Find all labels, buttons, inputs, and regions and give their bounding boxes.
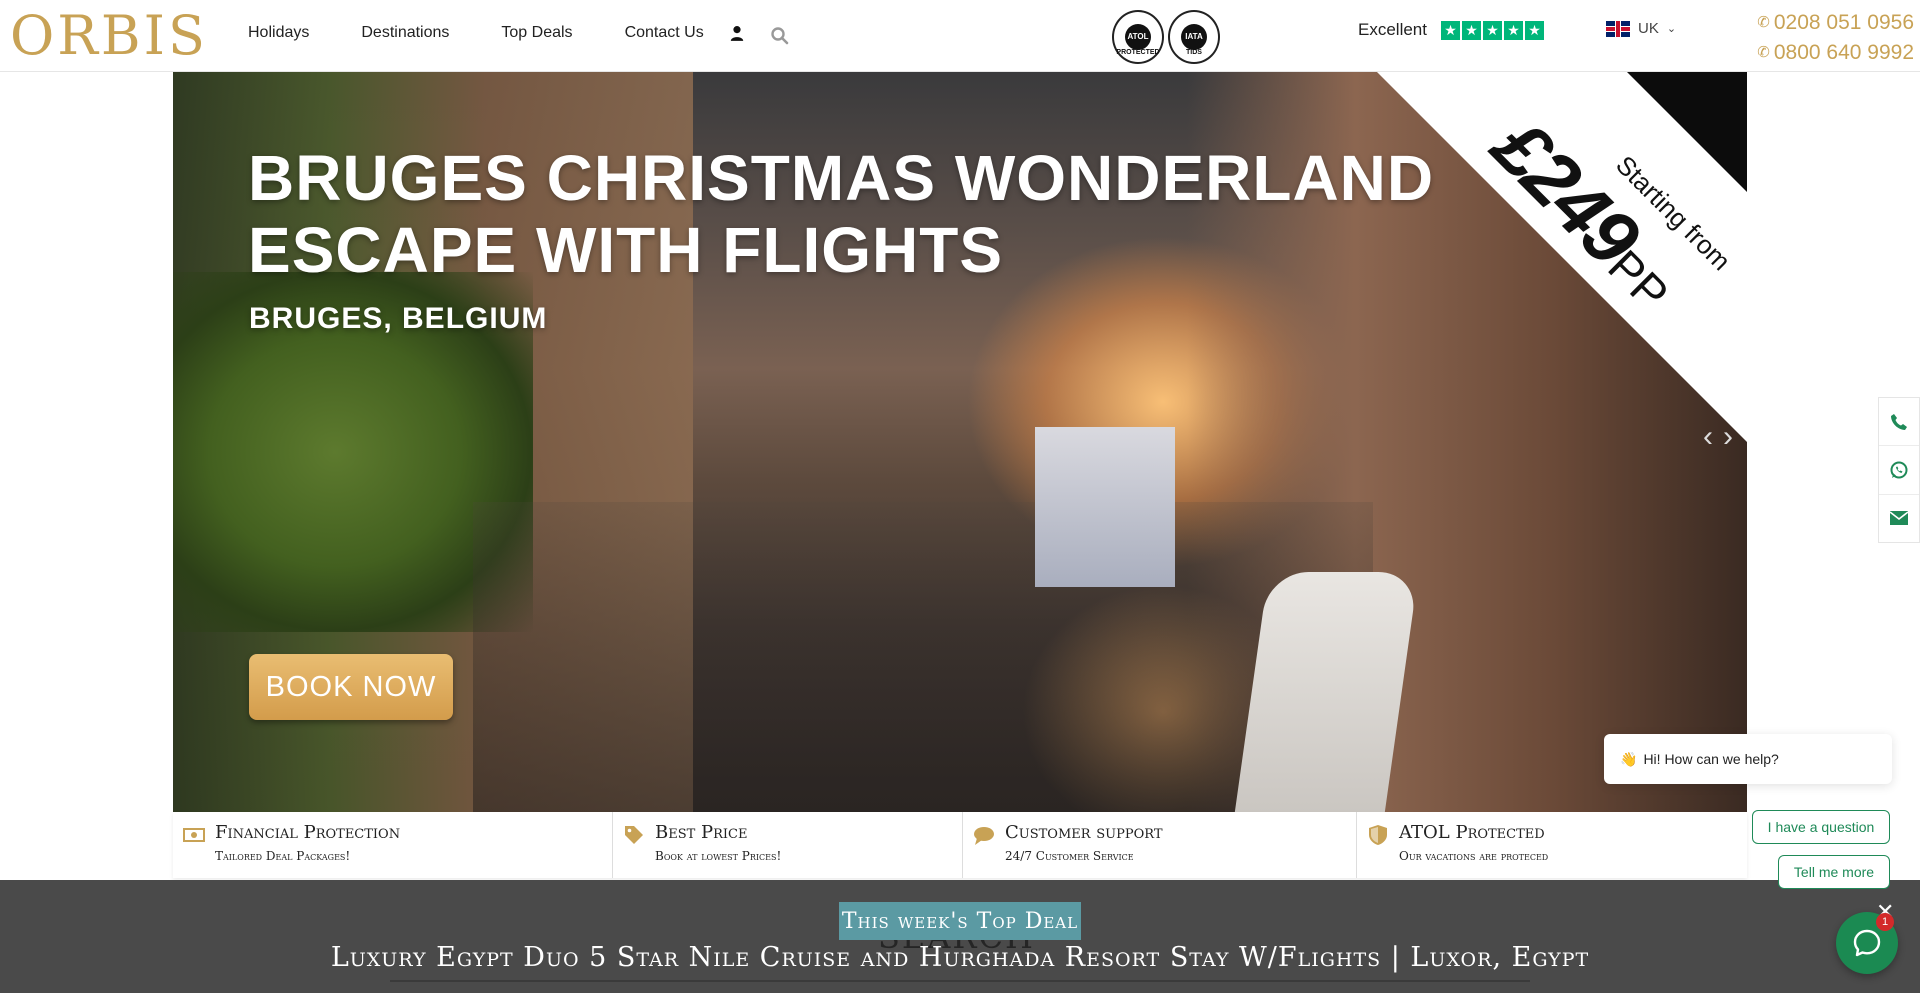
feature-customer-support: Customer support 24/7 Customer Service	[963, 812, 1357, 878]
chat-icon	[974, 827, 994, 845]
site-header: ORBIS Holidays Destinations Top Deals Co…	[0, 0, 1920, 72]
chat-bubble-icon	[1853, 929, 1881, 957]
nav-holidays[interactable]: Holidays	[248, 24, 309, 42]
hero-location: BRUGES, BELGIUM	[249, 302, 548, 335]
chevron-down-icon: ⌄	[1666, 23, 1677, 35]
features-bar: Financial Protection Tailored Deal Packa…	[173, 812, 1747, 878]
star-icon: ★	[1503, 20, 1523, 40]
chevron-right-icon[interactable]: ›	[1723, 420, 1733, 454]
nav-destinations[interactable]: Destinations	[361, 24, 449, 42]
money-icon	[183, 828, 205, 842]
star-icon: ★	[1440, 20, 1460, 40]
trust-badges: ATOL PROTECTED IATA TIDS	[1112, 10, 1220, 64]
feature-best-price: Best Price Book at lowest Prices!	[613, 812, 963, 878]
main-nav: Holidays Destinations Top Deals Contact …	[248, 24, 704, 42]
slider-arrows: ‹ ›	[1703, 420, 1733, 454]
top-deal-title[interactable]: Luxury Egypt Duo 5 Star Nile Cruise and …	[0, 942, 1920, 973]
hero-image-house	[1035, 427, 1175, 587]
page: ORBIS Holidays Destinations Top Deals Co…	[0, 0, 1920, 993]
feature-subtitle: Tailored Deal Packages!	[215, 849, 351, 863]
chat-option-tell-more[interactable]: Tell me more	[1778, 855, 1890, 889]
feature-subtitle: Our vacations are proteced	[1399, 849, 1549, 863]
search-icon[interactable]	[770, 26, 790, 46]
locale-selector[interactable]: UK ⌄	[1606, 20, 1676, 37]
top-deal-banner: SEARCH This week's Top Deal Luxury Egypt…	[0, 880, 1920, 993]
feature-financial-protection: Financial Protection Tailored Deal Packa…	[173, 812, 613, 878]
feature-title: Financial Protection	[215, 822, 401, 843]
feature-title: Best Price	[655, 822, 748, 843]
chat-greeting-text: Hi! How can we help?	[1643, 751, 1779, 767]
call-button[interactable]	[1879, 398, 1919, 447]
whatsapp-button[interactable]	[1879, 446, 1919, 495]
hero-image-canal	[473, 502, 1373, 814]
email-button[interactable]	[1879, 495, 1919, 542]
nav-top-deals[interactable]: Top Deals	[501, 24, 572, 42]
phone-icon	[1891, 413, 1907, 430]
hero-slider: BRUGES CHRISTMAS WONDERLAND ESCAPE WITH …	[173, 72, 1747, 814]
feature-subtitle: Book at lowest Prices!	[655, 849, 782, 863]
uk-flag-icon	[1606, 20, 1630, 37]
hero-title: BRUGES CHRISTMAS WONDERLAND ESCAPE WITH …	[248, 142, 1448, 286]
shield-icon	[1369, 825, 1387, 845]
hero-title-line-1: BRUGES CHRISTMAS WONDERLAND	[248, 142, 1435, 214]
chat-greeting: 👋 Hi! How can we help?	[1604, 734, 1892, 784]
star-icon: ★	[1461, 20, 1481, 40]
atol-badge-center: ATOL	[1125, 24, 1151, 50]
phone-line-2[interactable]: ✆ 0800 640 9992	[1757, 38, 1914, 68]
phone-number-1: 0208 051 0956	[1773, 11, 1914, 34]
divider	[390, 980, 1530, 982]
feature-title: ATOL Protected	[1399, 822, 1545, 843]
chevron-left-icon[interactable]: ‹	[1703, 420, 1713, 454]
feature-subtitle: 24/7 Customer Service	[1005, 849, 1134, 863]
mail-icon	[1889, 511, 1909, 526]
locale-label: UK	[1638, 20, 1659, 37]
phone-line-1[interactable]: ✆ 0208 051 0956	[1757, 8, 1914, 38]
iata-badge-text: TIDS	[1186, 49, 1202, 56]
phone-number-2: 0800 640 9992	[1773, 41, 1914, 64]
unread-badge: 1	[1876, 913, 1894, 931]
phone-icon: ✆	[1757, 14, 1770, 31]
hero-title-line-2: ESCAPE WITH FLIGHTS	[248, 214, 1003, 286]
tag-icon	[625, 826, 643, 844]
chat-option-question[interactable]: I have a question	[1752, 810, 1890, 844]
whatsapp-icon	[1890, 461, 1908, 479]
atol-badge-text: PROTECTED	[1116, 49, 1160, 56]
trustpilot-rating[interactable]: Excellent ★ ★ ★ ★ ★	[1358, 20, 1544, 40]
floating-contact-bar	[1878, 397, 1920, 543]
star-icon: ★	[1524, 20, 1544, 40]
phone-icon: ✆	[1757, 44, 1770, 61]
nav-contact-us[interactable]: Contact Us	[625, 24, 704, 42]
atol-badge: ATOL PROTECTED	[1112, 10, 1164, 64]
rating-label: Excellent	[1358, 20, 1427, 39]
top-deal-label: This week's Top Deal	[839, 902, 1081, 940]
iata-badge-center: IATA	[1181, 24, 1207, 50]
star-icon: ★	[1482, 20, 1502, 40]
iata-badge: IATA TIDS	[1168, 10, 1220, 64]
wave-icon: 👋	[1620, 750, 1638, 767]
book-now-button[interactable]: BOOK NOW	[249, 654, 453, 720]
trustpilot-stars: ★ ★ ★ ★ ★	[1440, 20, 1544, 40]
phone-numbers: ✆ 0208 051 0956 ✆ 0800 640 9992	[1757, 8, 1914, 68]
feature-title: Customer support	[1005, 822, 1163, 843]
user-icon[interactable]	[728, 24, 746, 42]
orbis-logo[interactable]: ORBIS	[10, 6, 208, 66]
feature-atol-protected: ATOL Protected Our vacations are protece…	[1357, 812, 1747, 878]
